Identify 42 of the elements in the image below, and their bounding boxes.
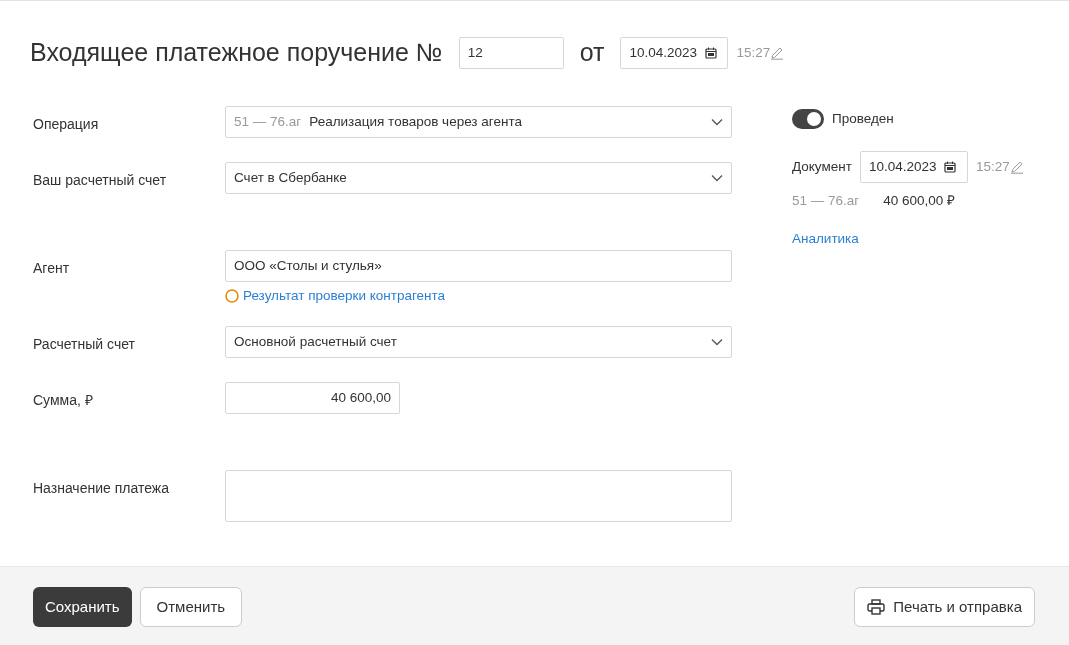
check-result-link[interactable]: Результат проверки контрагента (243, 285, 446, 307)
posted-toggle[interactable] (792, 109, 824, 130)
toggle-label: Проведен (832, 110, 894, 128)
save-button[interactable]: Сохранить (33, 587, 132, 627)
field-label: Ваш расчетный счет (33, 171, 168, 190)
select-field[interactable]: Основной расчетный счет (225, 326, 732, 358)
input-field[interactable]: ООО «Столы и стулья» (225, 250, 732, 282)
field-label: Назначение платежа (33, 479, 170, 498)
account-code: 51 — 76.аг (792, 192, 860, 211)
chevron-down-icon[interactable] (711, 118, 723, 126)
print-button[interactable]: Печать и отправка (854, 587, 1035, 627)
operation-text: Реализация товаров через агента (309, 112, 522, 131)
select-value: Основной расчетный счет (234, 332, 397, 351)
cancel-button[interactable]: Отменить (139, 587, 243, 627)
select-field[interactable]: Счет в Сбербанке (225, 162, 732, 194)
pencil-icon[interactable] (1009, 160, 1024, 175)
printer-icon (867, 599, 886, 615)
document-label: Документ (792, 158, 852, 177)
from-label: от (579, 37, 605, 69)
pencil-icon[interactable] (770, 46, 785, 60)
circle-icon (225, 289, 239, 303)
select-field[interactable]: 51 — 76.аг Реализация товаров через агента (225, 106, 732, 138)
textarea-field[interactable] (225, 470, 732, 522)
select-value: Счет в Сбербанке (234, 168, 347, 187)
amount-text: 40 600,00 ₽ (883, 192, 956, 211)
chevron-down-icon[interactable] (711, 174, 723, 182)
amount-field[interactable]: 40 600,00 (225, 382, 400, 414)
calendar-icon[interactable] (705, 47, 717, 59)
chevron-down-icon[interactable] (711, 338, 723, 346)
date-field[interactable]: 10.04.2023 (620, 37, 729, 69)
number-field[interactable]: 12 (458, 37, 564, 69)
field-label: Расчетный счет (33, 335, 136, 354)
time-text: 15:27 (736, 43, 771, 62)
analytics-link[interactable]: Аналитика (792, 231, 859, 247)
account-code: 51 — 76.аг (234, 112, 302, 131)
document-date-field[interactable]: 10.04.2023 (859, 151, 968, 184)
field-label: Сумма, ₽ (33, 391, 94, 410)
document-time-text: 15:27 (975, 158, 1010, 177)
calendar-icon[interactable] (944, 161, 957, 174)
field-label: Агент (33, 259, 71, 278)
page-title: Входящее платежное поручение № (30, 37, 443, 69)
field-label: Операция (33, 115, 100, 134)
